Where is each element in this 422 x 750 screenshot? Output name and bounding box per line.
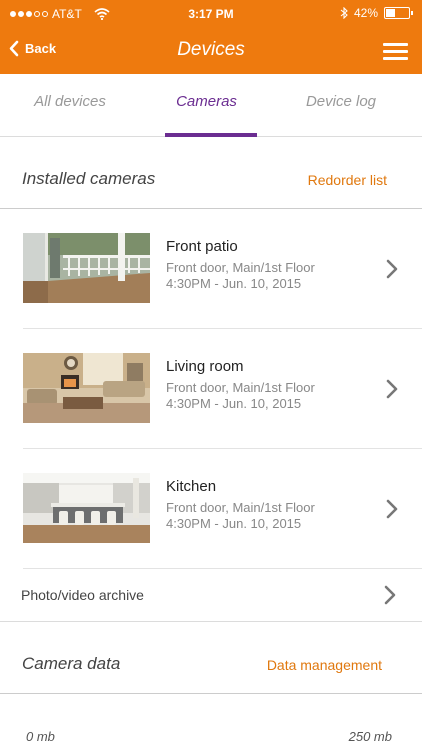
battery-icon: [384, 7, 413, 19]
camera-row-front-patio[interactable]: Front patio Front door, Main/1st Floor 4…: [23, 209, 422, 329]
status-right: 42%: [340, 6, 413, 20]
app-header: AT&T 3:17 PM 42% Back Devices: [0, 0, 422, 74]
status-bar: AT&T 3:17 PM 42%: [0, 0, 422, 28]
chevron-right-icon: [386, 379, 398, 399]
camera-location: Front door, Main/1st Floor: [166, 500, 315, 515]
camera-location: Front door, Main/1st Floor: [166, 380, 315, 395]
battery-level: [386, 9, 395, 17]
kitchen-thumbnail: [23, 473, 150, 543]
battery-percent: 42%: [353, 6, 378, 20]
camera-timestamp: 4:30PM - Jun. 10, 2015: [166, 276, 302, 291]
camera-row-kitchen[interactable]: Kitchen Front door, Main/1st Floor 4:30P…: [23, 449, 422, 569]
tab-device-log[interactable]: Device log: [273, 93, 409, 110]
storage-range: 0 mb 250 mb: [0, 695, 422, 750]
storage-min-label: 0 mb: [26, 729, 55, 744]
nav-bar: Back Devices: [0, 28, 422, 74]
chevron-right-icon: [384, 585, 396, 605]
photo-video-archive-row[interactable]: Photo/video archive: [0, 567, 422, 622]
archive-label: Photo/video archive: [21, 587, 144, 603]
camera-name: Front patio: [166, 238, 238, 255]
camera-timestamp: 4:30PM - Jun. 10, 2015: [166, 396, 302, 411]
chevron-right-icon: [386, 499, 398, 519]
bluetooth-icon: [340, 7, 348, 19]
camera-row-living-room[interactable]: Living room Front door, Main/1st Floor 4…: [23, 329, 422, 449]
camera-timestamp: 4:30PM - Jun. 10, 2015: [166, 516, 302, 531]
camera-name: Kitchen: [166, 478, 217, 495]
camera-data-header: Camera data Data management: [0, 622, 422, 694]
page-title: Devices: [177, 39, 245, 60]
storage-max-label: 250 mb: [348, 729, 392, 744]
living-room-thumbnail: [23, 353, 150, 423]
section-title: Installed cameras: [22, 169, 156, 188]
data-management-link[interactable]: Data management: [267, 657, 382, 673]
hamburger-menu-icon[interactable]: [383, 43, 408, 60]
reorder-list-link[interactable]: Redorder list: [308, 172, 387, 188]
section-title: Camera data: [22, 654, 121, 673]
chevron-right-icon: [386, 259, 398, 279]
camera-name: Living room: [166, 358, 244, 375]
front-patio-thumbnail: [23, 233, 150, 303]
tab-all-devices[interactable]: All devices: [0, 93, 140, 110]
installed-cameras-header: Installed cameras Redorder list: [0, 137, 422, 209]
tab-cameras[interactable]: Cameras: [140, 93, 273, 110]
tab-bar: All devices Cameras Device log: [0, 74, 422, 137]
camera-location: Front door, Main/1st Floor: [166, 260, 315, 275]
